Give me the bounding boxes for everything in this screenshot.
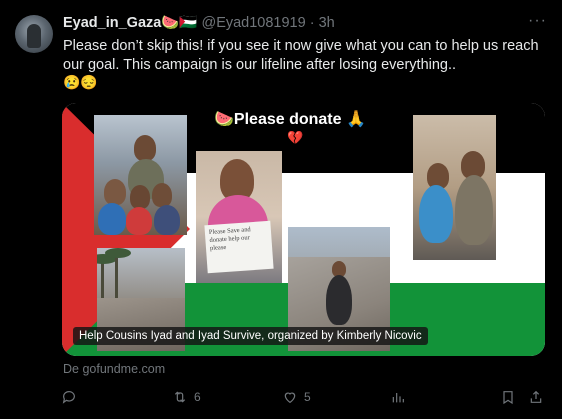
- like-button[interactable]: 5: [282, 389, 311, 405]
- reply-button[interactable]: [61, 389, 83, 405]
- action-bar: 6 5: [0, 388, 562, 410]
- broken-heart-icon: 💔: [287, 130, 304, 145]
- timestamp[interactable]: 3h: [319, 15, 335, 31]
- media-card[interactable]: Please Save and donate help our please 🍉…: [62, 103, 545, 356]
- donate-title: 🍉Please donate 🙏: [214, 111, 366, 128]
- user-handle[interactable]: @Eyad1081919: [201, 15, 305, 31]
- like-count: 5: [304, 390, 311, 404]
- campaign-caption[interactable]: Help Cousins Iyad and Iyad Survive, orga…: [73, 327, 428, 345]
- name-emojis: 🍉🇵🇸: [161, 15, 198, 31]
- bookmark-icon: [503, 391, 513, 405]
- retweet-count: 6: [194, 390, 201, 404]
- photo-girl-with-sign: Please Save and donate help our please: [196, 151, 282, 283]
- tweet-emojis: 😢😔: [63, 74, 98, 90]
- photo-children-group: [94, 115, 187, 235]
- bookmark-button[interactable]: [500, 389, 516, 405]
- display-name[interactable]: Eyad_in_Gaza: [63, 15, 161, 31]
- more-options-icon[interactable]: ···: [528, 12, 547, 30]
- retweet-icon: [174, 391, 186, 403]
- handwritten-sign: Please Save and donate help our please: [204, 220, 274, 274]
- photo-boys-thumbs-up: [413, 115, 496, 260]
- views-icon: [392, 393, 404, 403]
- reply-icon: [62, 391, 75, 404]
- tweet-header: Eyad_in_Gaza🍉🇵🇸 @Eyad1081919 · 3h: [63, 14, 335, 31]
- link-source[interactable]: De gofundme.com: [63, 362, 165, 376]
- heart-icon: [284, 392, 296, 404]
- share-button[interactable]: [528, 389, 544, 405]
- retweet-button[interactable]: 6: [172, 389, 201, 405]
- avatar[interactable]: [15, 15, 53, 53]
- tweet-text: Please don’t skip this! if you see it no…: [63, 38, 539, 73]
- avatar-figure: [27, 24, 41, 48]
- separator-dot: ·: [309, 15, 315, 31]
- share-icon: [530, 390, 542, 403]
- views-button[interactable]: [390, 389, 412, 405]
